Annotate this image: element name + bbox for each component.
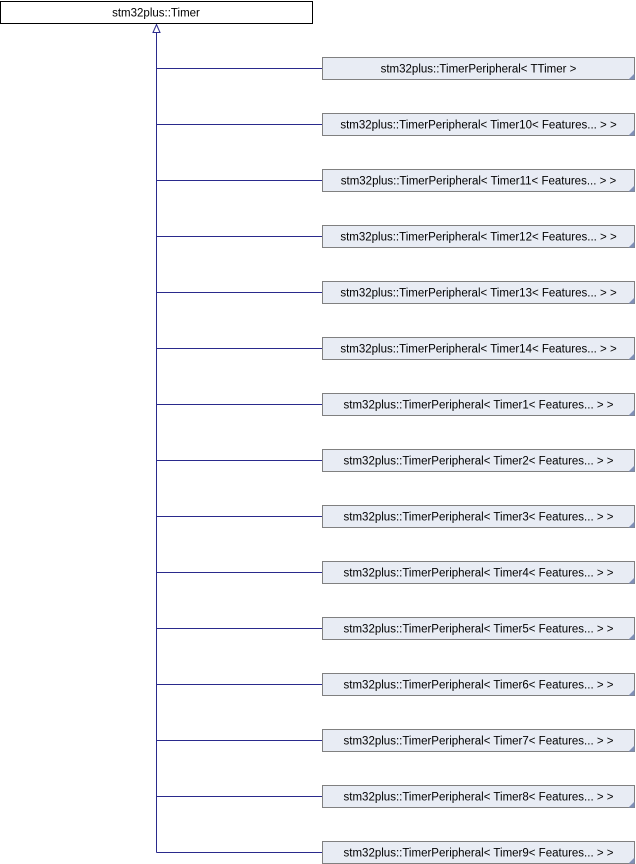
derived-class-label: stm32plus::TimerPeripheral< Timer14< Fea…: [340, 344, 617, 356]
derived-class-node[interactable]: stm32plus::TimerPeripheral< Timer7< Feat…: [322, 729, 635, 752]
derived-class-node[interactable]: stm32plus::TimerPeripheral< Timer2< Feat…: [322, 449, 635, 472]
derived-class-node[interactable]: stm32plus::TimerPeripheral< Timer6< Feat…: [322, 673, 635, 696]
derived-class-label: stm32plus::TimerPeripheral< Timer1< Feat…: [344, 400, 614, 412]
derived-class-node[interactable]: stm32plus::TimerPeripheral< Timer14< Fea…: [322, 337, 635, 360]
derived-class-label: stm32plus::TimerPeripheral< Timer5< Feat…: [344, 624, 614, 636]
derived-class-node[interactable]: stm32plus::TimerPeripheral< Timer5< Feat…: [322, 617, 635, 640]
derived-class-label: stm32plus::TimerPeripheral< Timer2< Feat…: [344, 456, 614, 468]
derived-class-node[interactable]: stm32plus::TimerPeripheral< Timer13< Fea…: [322, 281, 635, 304]
derived-class-node[interactable]: stm32plus::TimerPeripheral< Timer8< Feat…: [322, 785, 635, 808]
derived-class-label: stm32plus::TimerPeripheral< Timer6< Feat…: [344, 680, 614, 692]
derived-class-label: stm32plus::TimerPeripheral< Timer7< Feat…: [344, 736, 614, 748]
root-class-node[interactable]: stm32plus::Timer: [0, 1, 313, 24]
root-class-label: stm32plus::Timer: [112, 8, 200, 20]
derived-class-label: stm32plus::TimerPeripheral< Timer11< Fea…: [341, 176, 617, 188]
edges-layer: [152, 23, 323, 853]
derived-class-node[interactable]: stm32plus::TimerPeripheral< Timer11< Fea…: [322, 169, 635, 192]
derived-class-label: stm32plus::TimerPeripheral< Timer13< Fea…: [340, 288, 617, 300]
derived-class-node[interactable]: stm32plus::TimerPeripheral< Timer3< Feat…: [322, 505, 635, 528]
derived-class-node[interactable]: stm32plus::TimerPeripheral< Timer12< Fea…: [322, 225, 635, 248]
derived-class-node[interactable]: stm32plus::TimerPeripheral< Timer4< Feat…: [322, 561, 635, 584]
derived-class-label: stm32plus::TimerPeripheral< Timer12< Fea…: [340, 232, 617, 244]
derived-class-label: stm32plus::TimerPeripheral< Timer3< Feat…: [344, 512, 614, 524]
inheritance-diagram: stm32plus::Timer stm32plus::TimerPeriphe…: [0, 1, 635, 864]
derived-class-label: stm32plus::TimerPeripheral< Timer4< Feat…: [344, 568, 614, 580]
derived-class-label: stm32plus::TimerPeripheral< Timer8< Feat…: [344, 792, 614, 804]
inheritance-arrowhead: [152, 23, 161, 33]
derived-class-node[interactable]: stm32plus::TimerPeripheral< TTimer >: [322, 57, 635, 80]
derived-class-node[interactable]: stm32plus::TimerPeripheral< Timer9< Feat…: [322, 841, 635, 864]
derived-class-node[interactable]: stm32plus::TimerPeripheral< Timer10< Fea…: [322, 113, 635, 136]
children-layer: stm32plus::TimerPeripheral< TTimer >stm3…: [322, 57, 635, 864]
derived-class-label: stm32plus::TimerPeripheral< Timer10< Fea…: [340, 120, 617, 132]
derived-class-label: stm32plus::TimerPeripheral< Timer9< Feat…: [344, 848, 614, 860]
derived-class-node[interactable]: stm32plus::TimerPeripheral< Timer1< Feat…: [322, 393, 635, 416]
derived-class-label: stm32plus::TimerPeripheral< TTimer >: [381, 64, 577, 76]
